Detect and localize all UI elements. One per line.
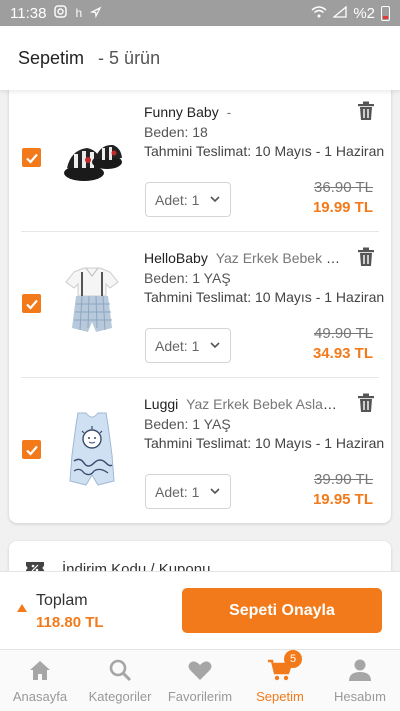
trash-icon[interactable]	[357, 247, 375, 267]
product-size: Beden: 1 YAŞ	[144, 270, 231, 286]
product-title[interactable]: Funny Baby -	[144, 104, 344, 120]
product-name: -	[226, 104, 232, 120]
delivery-estimate: Tahmini Teslimat: 10 Mayıs - 1 Haziran	[144, 289, 385, 305]
notification-h-icon: h	[75, 6, 83, 20]
product-image[interactable]	[57, 118, 127, 198]
romper-image	[65, 267, 119, 332]
delivery-estimate: Tahmini Teslimat: 10 Mayıs - 1 Haziran	[144, 143, 385, 159]
nav-label: Favorilerim	[167, 689, 233, 704]
product-name: Yaz Erkek Bebek Aslan Kı...	[186, 396, 344, 412]
heart-icon	[188, 661, 212, 680]
product-size: Beden: 18	[144, 124, 208, 140]
quantity-select[interactable]: Adet: 1	[145, 474, 231, 509]
trash-icon[interactable]	[357, 393, 375, 413]
cart-list: Funny Baby - Beden: 18 Tahmini Teslimat:…	[9, 86, 391, 523]
cart-item: Luggi Yaz Erkek Bebek Aslan Kı... Beden:…	[9, 378, 391, 524]
item-checkbox[interactable]	[22, 440, 41, 459]
confirm-cart-button[interactable]: Sepeti Onayla	[182, 588, 382, 633]
quantity-select[interactable]: Adet: 1	[145, 182, 231, 217]
cart-item: HelloBaby Yaz Erkek Bebek Se... Beden: 1…	[9, 232, 391, 378]
new-price: 19.99 TL	[312, 199, 373, 216]
check-icon	[25, 299, 38, 310]
sandal-image	[64, 144, 122, 181]
battery-percent: %2	[353, 4, 375, 22]
signal-icon	[332, 5, 347, 22]
check-icon	[25, 153, 38, 164]
product-brand: HelloBaby	[144, 250, 208, 266]
total-value: 118.80 TL	[36, 614, 104, 631]
nav-label: Anasayfa	[12, 689, 68, 704]
new-price: 34.93 TL	[312, 345, 373, 362]
user-icon	[349, 659, 371, 681]
product-size: Beden: 1 YAŞ	[144, 416, 231, 432]
nav-label: Kategoriler	[88, 689, 152, 704]
lion-romper-image	[69, 412, 115, 486]
product-image[interactable]	[57, 264, 127, 344]
nav-label: Hesabım	[333, 689, 387, 704]
cart-item: Funny Baby - Beden: 18 Tahmini Teslimat:…	[9, 86, 391, 232]
new-price: 19.95 TL	[312, 491, 373, 508]
wifi-icon	[311, 5, 327, 22]
nav-item-home[interactable]: Anasayfa	[0, 650, 80, 711]
search-icon	[109, 659, 132, 682]
product-name: Yaz Erkek Bebek Se...	[215, 250, 344, 266]
battery-icon	[381, 5, 390, 21]
cart-badge: 5	[284, 650, 302, 668]
bottom-nav: Anasayfa Kategoriler Favorilerim 5 Sepet…	[0, 649, 400, 711]
home-icon	[30, 661, 50, 680]
quantity-value: Adet: 1	[155, 337, 200, 354]
product-title[interactable]: HelloBaby Yaz Erkek Bebek Se...	[144, 250, 344, 266]
cart-item-count: - 5 ürün	[98, 47, 161, 68]
instagram-icon	[54, 5, 68, 21]
product-title[interactable]: Luggi Yaz Erkek Bebek Aslan Kı...	[144, 396, 344, 412]
checkout-bar: Toplam 118.80 TL Sepeti Onayla	[0, 571, 400, 649]
quantity-value: Adet: 1	[155, 191, 200, 208]
nav-item-favorites[interactable]: Favorilerim	[160, 650, 240, 711]
delivery-estimate: Tahmini Teslimat: 10 Mayıs - 1 Haziran	[144, 435, 385, 451]
product-brand: Funny Baby	[144, 104, 219, 120]
old-price: 39.90 TL	[314, 471, 373, 488]
header: Sepetim - 5 ürün	[0, 26, 400, 90]
total-label: Toplam	[36, 592, 88, 609]
expand-summary-icon[interactable]	[17, 604, 27, 612]
check-icon	[25, 445, 38, 456]
old-price: 36.90 TL	[314, 179, 373, 196]
old-price: 49.90 TL	[314, 325, 373, 342]
product-brand: Luggi	[144, 396, 179, 412]
page-title: Sepetim	[18, 47, 85, 68]
chevron-down-icon	[210, 196, 220, 203]
nav-item-account[interactable]: Hesabım	[320, 650, 400, 711]
nav-label: Sepetim	[256, 689, 304, 704]
chevron-down-icon	[210, 488, 220, 495]
status-bar: 11:38 h %2	[0, 0, 400, 26]
quantity-select[interactable]: Adet: 1	[145, 328, 231, 363]
status-time: 11:38	[10, 4, 47, 22]
item-checkbox[interactable]	[22, 294, 41, 313]
item-checkbox[interactable]	[22, 148, 41, 167]
nav-item-categories[interactable]: Kategoriler	[80, 650, 160, 711]
product-image[interactable]	[57, 410, 127, 490]
trash-icon[interactable]	[357, 101, 375, 121]
chevron-down-icon	[210, 342, 220, 349]
nav-item-cart[interactable]: 5 Sepetim	[240, 650, 320, 711]
quantity-value: Adet: 1	[155, 483, 200, 500]
navigation-icon	[89, 6, 102, 21]
